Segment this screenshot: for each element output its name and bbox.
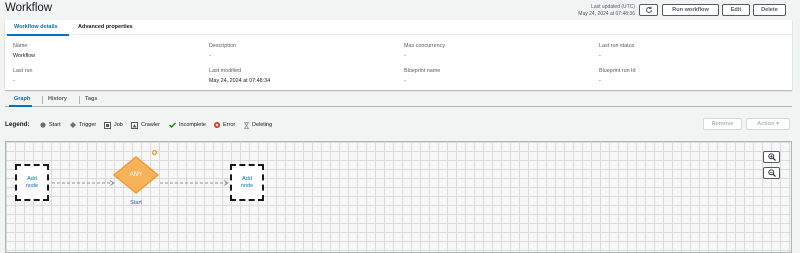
legend-job-label: Job [114,122,123,128]
field-value: - [404,53,406,59]
legend-trigger: Trigger [70,121,97,128]
legend-crawler: Crawler [131,121,160,129]
field-blueprint-name: Blueprint name - [404,68,440,84]
field-label: Blueprint run Id [599,68,636,74]
field-value: - [209,53,211,59]
field-label: Name [13,43,28,49]
field-label: Description [209,43,236,49]
field-name: Name Workflow [13,43,35,59]
legend-start: Start [40,122,61,128]
start-dot-icon [40,121,46,128]
tab-divider [79,96,80,104]
last-updated-label: Last updated (UTC) [591,4,635,10]
add-node-label: node [240,182,254,189]
trigger-diamond-icon [70,121,76,128]
refresh-icon [645,6,652,13]
field-max-concurrency: Max concurrency - [404,43,445,59]
legend-error-label: Error [223,121,236,128]
graph-tabs: Graph History Tags [5,93,792,107]
add-node-label: Add [27,175,37,182]
tab-tags[interactable]: Tags [85,96,97,102]
last-updated-value: May 24, 2024 at 07:48:36 [578,11,635,17]
legend-error: Error [214,121,236,128]
add-node-right[interactable]: Add node [230,164,264,201]
page-title: Workflow [5,2,53,14]
add-node-label: node [25,182,39,189]
field-blueprint-run-id: Blueprint run Id - [599,68,636,84]
field-value: - [404,78,406,84]
field-label: Blueprint name [404,68,441,74]
details-tabs: Workflow details Advanced properties [5,20,792,36]
legend-label: Legend: [5,121,30,128]
crawler-icon [131,121,138,129]
tab-advanced-properties[interactable]: Advanced properties [78,24,133,30]
field-label: Last run status [599,43,635,49]
edit-button[interactable]: Edit [722,4,750,16]
field-last-run: Last run - [13,68,32,84]
action-dropdown-button[interactable]: Action ▾ [746,118,790,130]
workflow-graph-canvas[interactable]: Add node ANY Start Add node [5,141,792,253]
add-node-left[interactable]: Add node [15,164,49,201]
field-last-run-status: Last run status - [599,43,634,59]
legend-job: Job [104,121,123,129]
trigger-edit-icon [151,149,158,156]
tab-history[interactable]: History [48,96,67,102]
field-last-modified: Last modified May 24, 2024 at 07:48:34 [209,68,270,84]
zoom-in-button[interactable] [763,151,780,163]
delete-button[interactable]: Delete [753,4,786,16]
field-label: Last modified [209,68,242,74]
field-label: Max concurrency [404,43,446,49]
check-icon [169,121,176,128]
job-icon [104,121,111,129]
legend-deleting: Deleting [244,121,273,129]
field-value: Workflow [13,53,36,59]
tab-divider [42,96,43,104]
active-tab-indicator [9,105,32,107]
legend-crawler-label: Crawler [141,122,160,128]
add-node-label: Add [242,175,252,182]
field-value: - [599,78,601,84]
field-description: Description - [209,43,236,59]
tab-workflow-details[interactable]: Workflow details [14,24,58,30]
active-tab-indicator [7,34,69,36]
legend-trigger-label: Trigger [79,121,97,128]
trigger-label[interactable]: ANY [119,171,153,178]
zoom-in-icon [767,153,776,161]
field-label: Last run [13,68,33,74]
workflow-details-panel: Workflow details Advanced properties Nam… [5,20,792,90]
refresh-button[interactable] [639,4,658,16]
tab-graph[interactable]: Graph [14,96,30,102]
zoom-out-icon [767,169,776,177]
error-icon [214,121,220,128]
run-workflow-button[interactable]: Run workflow [662,4,719,16]
field-value: - [13,78,15,84]
zoom-out-button[interactable] [763,167,780,179]
field-value: May 24, 2024 at 07:48:34 [209,78,271,84]
graph-links [52,149,229,194]
trigger-caption[interactable]: Start [119,200,153,206]
hourglass-icon [244,121,249,129]
legend-incomplete: Incomplete [169,122,206,128]
last-updated: Last updated (UTC) May 24, 2024 at 07:48… [560,4,635,18]
remove-button[interactable]: Remove [703,118,742,130]
field-value: - [599,53,601,59]
legend-incomplete-label: Incomplete [179,121,206,128]
legend-deleting-label: Deleting [252,122,273,128]
legend-start-label: Start [49,121,61,128]
